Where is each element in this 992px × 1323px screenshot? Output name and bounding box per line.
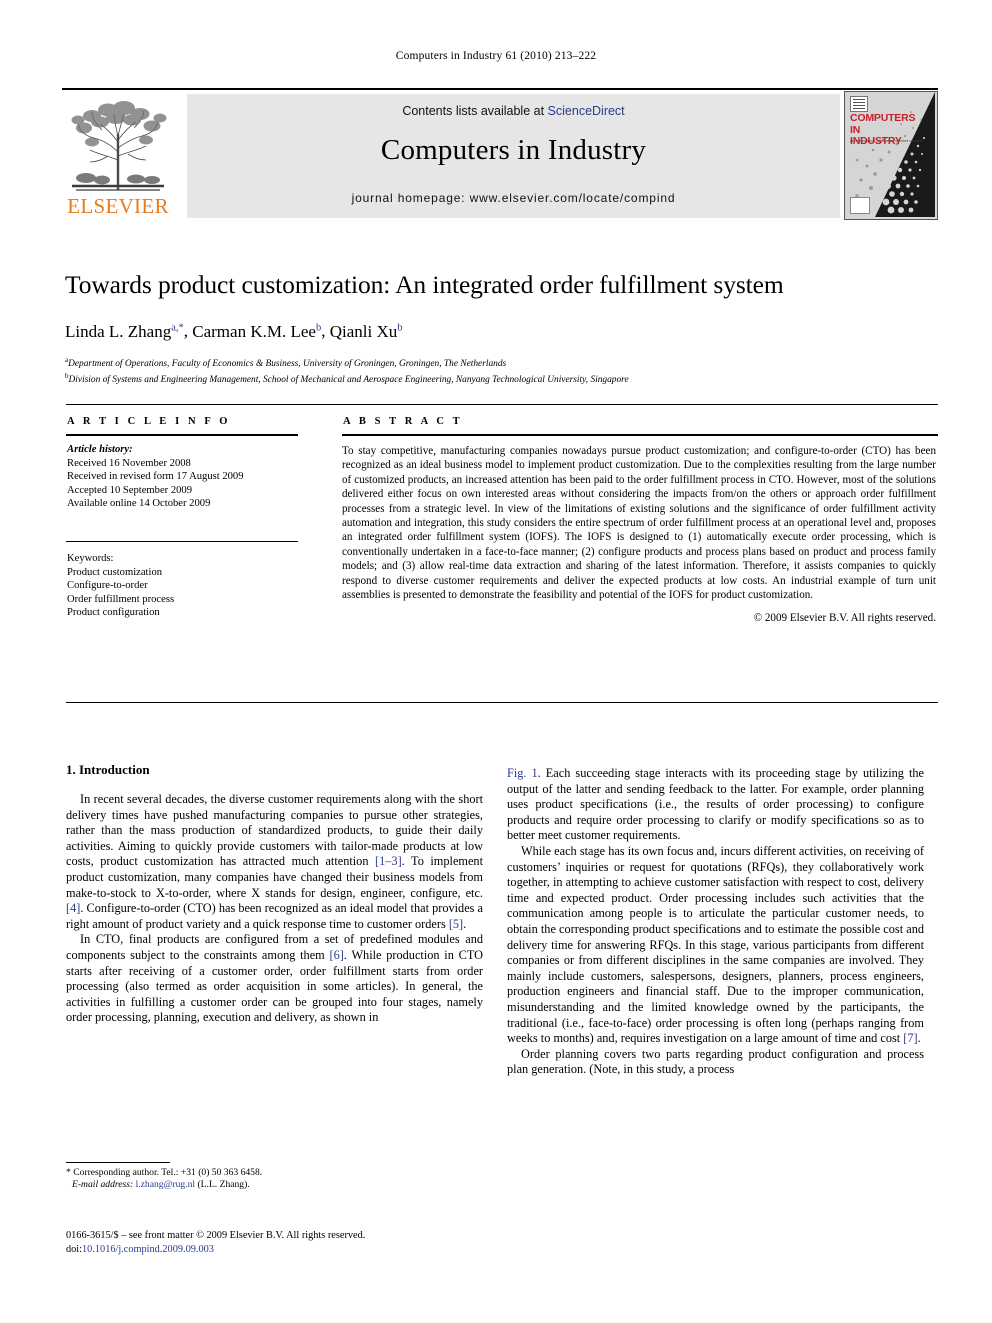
author-separator: , — [183, 321, 193, 341]
contents-lists-label: Contents lists available at — [402, 104, 545, 118]
article-history-item: Available online 14 October 2009 — [67, 498, 211, 510]
author-name: Linda L. Zhang — [65, 321, 172, 341]
author-affiliation-mark: b — [397, 322, 403, 333]
cover-title-line-1: COMPUTERS IN — [850, 112, 916, 136]
author-name: Carman K.M. Lee — [192, 321, 316, 341]
journal-cover-thumbnail[interactable]: COMPUTERS IN INDUSTRY An international, … — [844, 91, 938, 220]
imprint-block: 0166-3615/$ – see front matter © 2009 El… — [66, 1229, 496, 1256]
footnote-rule — [66, 1162, 170, 1163]
cover-subtitle: An international, application oriented r… — [850, 139, 922, 143]
article-history: Article history: Received 16 November 20… — [67, 443, 299, 511]
body-column-right: Fig. 1. Each succeeding stage interacts … — [507, 766, 924, 1078]
author-list: Linda L. Zhanga,*, Carman K.M. Leeb, Qia… — [65, 318, 937, 342]
abstract-copyright: © 2009 Elsevier B.V. All rights reserved… — [753, 612, 936, 625]
masthead-top-rule — [62, 88, 938, 90]
title-block: Towards product customization: An integr… — [65, 270, 937, 387]
citation-link[interactable]: [6] — [330, 948, 344, 962]
contents-lists-line: Contents lists available at ScienceDirec… — [187, 104, 840, 118]
citation-link[interactable]: Fig. 1 — [507, 766, 538, 780]
author-item[interactable]: Carman K.M. Leeb — [192, 322, 321, 341]
article-history-item: Received 16 November 2008 — [67, 457, 191, 469]
text-run: While each stage has its own focus and, … — [507, 843, 924, 1046]
sciencedirect-link[interactable]: ScienceDirect — [548, 104, 625, 118]
paragraph: In CTO, final products are configured fr… — [66, 932, 483, 1026]
abstract-heading: A B S T R A C T — [343, 416, 463, 427]
text-run: . — [917, 1031, 921, 1046]
article-history-item: Accepted 10 September 2009 — [67, 484, 193, 496]
article-info-heading: A R T I C L E I N F O — [67, 416, 231, 427]
footnote-block: * Corresponding author. Tel.: +31 (0) 50… — [66, 1167, 483, 1192]
journal-banner: Contents lists available at ScienceDirec… — [187, 94, 840, 218]
author-item[interactable]: Linda L. Zhanga,* — [65, 322, 184, 341]
info-bottom-rule — [66, 702, 938, 703]
keywords-divider-rule — [66, 541, 298, 542]
citation-link[interactable]: [7] — [903, 1031, 917, 1045]
article-info-rule — [66, 434, 298, 436]
doi-line: doi:10.1016/j.compind.2009.09.003 — [66, 1243, 496, 1257]
keyword-item: Product configuration — [67, 607, 160, 619]
paragraph: In recent several decades, the diverse c… — [66, 792, 483, 932]
journal-article-page: Computers in Industry 61 (2010) 213–222 — [0, 0, 992, 1323]
abstract-block: To stay competitive, manufacturing compa… — [342, 444, 936, 626]
citation-link[interactable]: [5] — [449, 917, 463, 931]
page-title: Towards product customization: An integr… — [65, 270, 784, 299]
paragraph: Fig. 1. Each succeeding stage interacts … — [507, 766, 924, 844]
affiliation-text: Department of Operations, Faculty of Eco… — [68, 358, 507, 369]
text-run: . — [463, 916, 467, 931]
section-heading-introduction: 1. Introduction — [66, 762, 150, 777]
abstract-text: To stay competitive, manufacturing compa… — [342, 445, 936, 602]
corresponding-author-note: * Corresponding author. Tel.: +31 (0) 50… — [66, 1167, 483, 1179]
text-run: . Configure-to-order (CTO) has been reco… — [66, 901, 483, 931]
doi-link[interactable]: 10.1016/j.compind.2009.09.003 — [82, 1244, 214, 1255]
text-run: . Each succeeding stage interacts with i… — [507, 766, 924, 843]
affiliation-item: bDivision of Systems and Engineering Man… — [65, 370, 937, 387]
email-note: E-mail address: l.zhang@rug.nl (L.L. Zha… — [66, 1179, 483, 1191]
author-item[interactable]: Qianli Xub — [330, 322, 403, 341]
email-label: E-mail address: — [72, 1179, 134, 1191]
paragraph: While each stage has its own focus and, … — [507, 844, 924, 1047]
author-affiliation-mark: a,* — [171, 322, 184, 333]
keyword-item: Product customization — [67, 566, 163, 578]
author-name: Qianli Xu — [329, 321, 398, 341]
corresponding-author-marker: * — [66, 1167, 71, 1178]
cover-publisher-badge — [850, 96, 868, 112]
keyword-item: Order fulfillment process — [67, 593, 175, 605]
elsevier-logo: ELSEVIER — [62, 94, 174, 218]
keyword-item: Configure-to-order — [67, 580, 148, 592]
running-head: Computers in Industry 61 (2010) 213–222 — [395, 50, 597, 62]
author-separator: , — [321, 321, 330, 341]
affiliation-item: aDepartment of Operations, Faculty of Ec… — [65, 354, 937, 371]
corresponding-author-text: Corresponding author. Tel.: +31 (0) 50 3… — [73, 1167, 263, 1178]
text-run: Order planning covers two parts regardin… — [507, 1046, 924, 1077]
info-top-rule — [66, 404, 938, 405]
elsevier-wordmark: ELSEVIER — [67, 194, 169, 218]
citation-link[interactable]: [4] — [66, 901, 80, 915]
email-link[interactable]: l.zhang@rug.nl — [136, 1179, 195, 1190]
journal-masthead: ELSEVIER Contents lists available at Sci… — [62, 88, 938, 220]
body-column-left: 1. Introduction In recent several decade… — [66, 762, 483, 1026]
abstract-rule — [342, 434, 938, 436]
affiliation-text: Division of Systems and Engineering Mana… — [68, 375, 629, 386]
email-owner: (L.L. Zhang). — [197, 1179, 250, 1191]
citation-link[interactable]: [1–3] — [375, 854, 402, 868]
journal-homepage-link[interactable]: journal homepage: www.elsevier.com/locat… — [187, 191, 840, 205]
affiliation-list: aDepartment of Operations, Faculty of Ec… — [65, 354, 937, 387]
cover-footer-badge — [850, 197, 870, 214]
keywords-block: Keywords: Product customization Configur… — [67, 552, 299, 620]
paragraph: Order planning covers two parts regardin… — [507, 1047, 924, 1078]
issn-line: 0166-3615/$ – see front matter © 2009 El… — [66, 1230, 366, 1241]
article-history-label: Article history: — [67, 444, 133, 455]
journal-title: Computers in Industry — [380, 134, 647, 166]
article-history-item: Received in revised form 17 August 2009 — [67, 471, 244, 483]
doi-label: doi: — [66, 1243, 83, 1255]
keywords-label: Keywords: — [67, 553, 114, 564]
